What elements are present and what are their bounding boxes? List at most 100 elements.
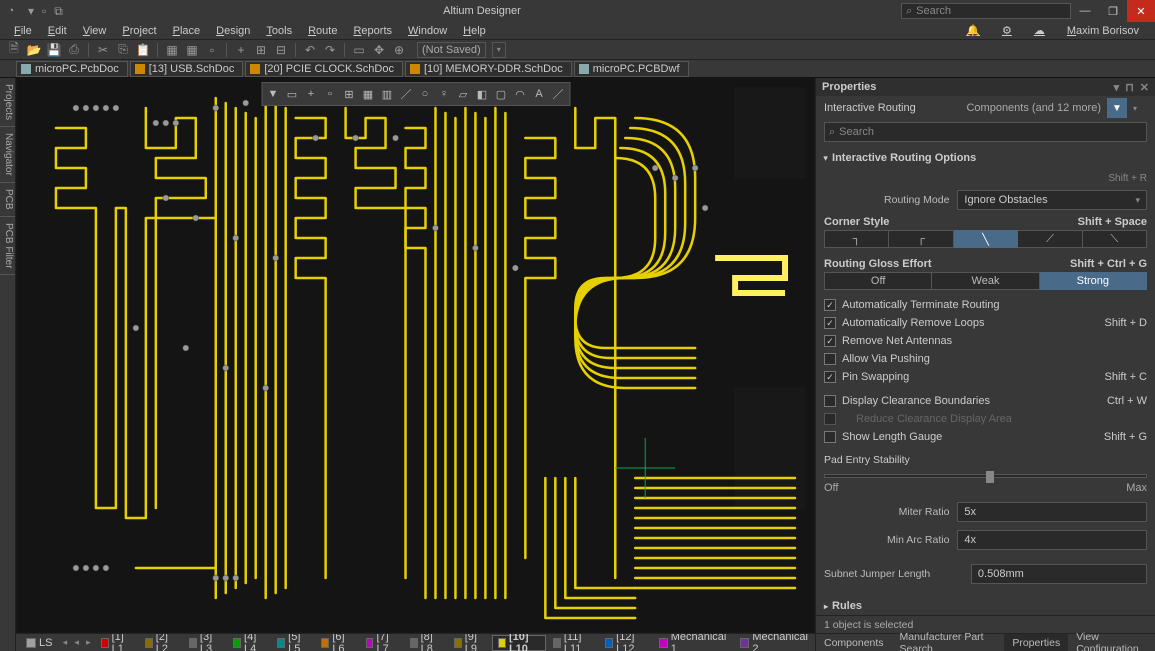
corner-arc-start[interactable]: ⟋	[1018, 230, 1082, 248]
chk-allow-via-pushing[interactable]: Allow Via Pushing	[824, 350, 1147, 368]
menu-edit[interactable]: Edit	[40, 25, 75, 37]
tb-a3[interactable]: ▫	[204, 42, 220, 58]
gloss-off[interactable]: Off	[824, 272, 932, 290]
menu-route[interactable]: Route	[300, 25, 345, 37]
ct-line-icon[interactable]: ／	[549, 85, 567, 103]
tb-redo[interactable]: ↷	[322, 42, 338, 58]
corner-45[interactable]: ╲	[954, 230, 1018, 248]
layer-10[interactable]: [10] L10	[492, 635, 546, 651]
menu-project[interactable]: Project	[114, 25, 164, 37]
pad-entry-slider[interactable]	[824, 474, 1147, 478]
ct-region-icon[interactable]: ▢	[492, 85, 510, 103]
ct-cross-icon[interactable]: +	[302, 85, 320, 103]
ct-via-icon[interactable]: ○	[416, 85, 434, 103]
layer-8[interactable]: [8] L8	[404, 635, 447, 651]
tb-open-icon[interactable]: ▫	[42, 4, 46, 19]
ct-text-icon[interactable]: A	[530, 85, 548, 103]
menu-window[interactable]: Window	[400, 25, 455, 37]
notification-icon[interactable]: 🔔	[958, 24, 988, 37]
tb-new-icon[interactable]: ▾	[28, 4, 34, 19]
save-state-dd[interactable]: ▾	[492, 42, 506, 58]
bt-properties[interactable]: Properties	[1004, 634, 1068, 651]
global-search-input[interactable]: ⌕ Search	[901, 3, 1071, 19]
user-name[interactable]: Maxim Borisov	[1059, 25, 1147, 37]
tb-net[interactable]: ⊕	[391, 42, 407, 58]
chk-remove-antennas[interactable]: Remove Net Antennas	[824, 332, 1147, 350]
sidetab-navigator[interactable]: Navigator	[0, 127, 15, 183]
corner-arc-end[interactable]: ⟍	[1083, 230, 1147, 248]
layer-nav-first[interactable]: ◂	[59, 636, 70, 650]
maximize-button[interactable]: ❐	[1099, 0, 1127, 22]
menu-file[interactable]: File	[6, 25, 40, 37]
ct-bulb-icon[interactable]: ♀	[435, 85, 453, 103]
gloss-strong[interactable]: Strong	[1040, 272, 1147, 290]
ct-poly-icon[interactable]: ▱	[454, 85, 472, 103]
tb-move[interactable]: ✥	[371, 42, 387, 58]
min-arc-input[interactable]: 4x	[957, 530, 1147, 550]
tb-copy[interactable]: ⎘	[115, 42, 131, 58]
menu-tools[interactable]: Tools	[258, 25, 300, 37]
doc-tab-4[interactable]: microPC.PCBDwf	[574, 61, 689, 77]
panel-pin-icon[interactable]: ⊓	[1125, 81, 1134, 94]
filter-button[interactable]: ▼	[1107, 98, 1127, 118]
ct-arc-icon[interactable]: ◠	[511, 85, 529, 103]
chk-clearance-boundaries[interactable]: Display Clearance BoundariesCtrl + W	[824, 392, 1147, 410]
tb-align1[interactable]: ⊞	[253, 42, 269, 58]
layer-ls[interactable]: LS	[20, 635, 58, 651]
chk-auto-terminate[interactable]: Automatically Terminate Routing	[824, 296, 1147, 314]
save-state[interactable]: (Not Saved)	[417, 42, 486, 58]
corner-90-end[interactable]: ┌	[889, 230, 953, 248]
tb-cross[interactable]: +	[233, 42, 249, 58]
miter-ratio-input[interactable]: 5x	[957, 502, 1147, 522]
layer-mech1[interactable]: Mechanical 1	[653, 635, 734, 651]
panel-close-icon[interactable]: ✕	[1140, 81, 1149, 94]
layer-3[interactable]: [3] L3	[183, 635, 226, 651]
ct-move-icon[interactable]: ▫	[321, 85, 339, 103]
doc-tab-0[interactable]: microPC.PcbDoc	[16, 61, 128, 77]
menu-reports[interactable]: Reports	[345, 25, 400, 37]
panel-dd-icon[interactable]: ▾	[1114, 81, 1120, 94]
pcb-canvas[interactable]	[16, 78, 815, 633]
doc-tab-2[interactable]: [20] PCIE CLOCK.SchDoc	[245, 61, 403, 77]
filter-dd[interactable]: ▾	[1133, 104, 1147, 113]
tb-a2[interactable]: ▦	[184, 42, 200, 58]
sidetab-pcb[interactable]: PCB	[0, 183, 15, 217]
corner-90-start[interactable]: ┐	[824, 230, 889, 248]
chk-length-gauge[interactable]: Show Length GaugeShift + G	[824, 428, 1147, 446]
menu-design[interactable]: Design	[208, 25, 258, 37]
menu-place[interactable]: Place	[165, 25, 209, 37]
bt-components[interactable]: Components	[816, 634, 892, 651]
tb-cut[interactable]: ✂	[95, 42, 111, 58]
sidetab-projects[interactable]: Projects	[0, 78, 15, 127]
ct-grid-icon[interactable]: ⊞	[340, 85, 358, 103]
layer-5[interactable]: [5] L5	[271, 635, 314, 651]
layer-nav-prev[interactable]: ◂	[71, 636, 82, 650]
ct-route-icon[interactable]: ／	[397, 85, 415, 103]
close-button[interactable]: ✕	[1127, 0, 1155, 22]
menu-help[interactable]: Help	[455, 25, 494, 37]
tb-a1[interactable]: ▦	[164, 42, 180, 58]
layer-9[interactable]: [9] L9	[448, 635, 491, 651]
tb-save[interactable]: 💾	[46, 42, 62, 58]
tb-new[interactable]: 🗎	[6, 42, 22, 58]
layer-4[interactable]: [4] L4	[227, 635, 270, 651]
minimize-button[interactable]: —	[1071, 0, 1099, 22]
bt-view-config[interactable]: View Configuration	[1068, 634, 1155, 651]
layer-nav-next[interactable]: ▸	[83, 636, 94, 650]
ct-bar-icon[interactable]: ▥	[378, 85, 396, 103]
layer-6[interactable]: [6] L6	[315, 635, 358, 651]
chk-auto-remove-loops[interactable]: Automatically Remove LoopsShift + D	[824, 314, 1147, 332]
tb-undo[interactable]: ↶	[302, 42, 318, 58]
tb-sel[interactable]: ▭	[351, 42, 367, 58]
properties-search-input[interactable]: ⌕ Search	[824, 122, 1147, 142]
tb-open[interactable]: 📂	[26, 42, 42, 58]
layer-11[interactable]: [11] L11	[547, 635, 598, 651]
tb-align2[interactable]: ⊟	[273, 42, 289, 58]
doc-tab-1[interactable]: [13] USB.SchDoc	[130, 61, 244, 77]
section-rules[interactable]: Rules	[824, 596, 1147, 615]
doc-tab-3[interactable]: [10] MEMORY-DDR.SchDoc	[405, 61, 572, 77]
cloud-icon[interactable]: ☁	[1026, 24, 1053, 37]
layer-7[interactable]: [7] L7	[360, 635, 403, 651]
layer-12[interactable]: [12] L12	[599, 635, 652, 651]
settings-icon[interactable]: ⚙	[994, 24, 1020, 37]
